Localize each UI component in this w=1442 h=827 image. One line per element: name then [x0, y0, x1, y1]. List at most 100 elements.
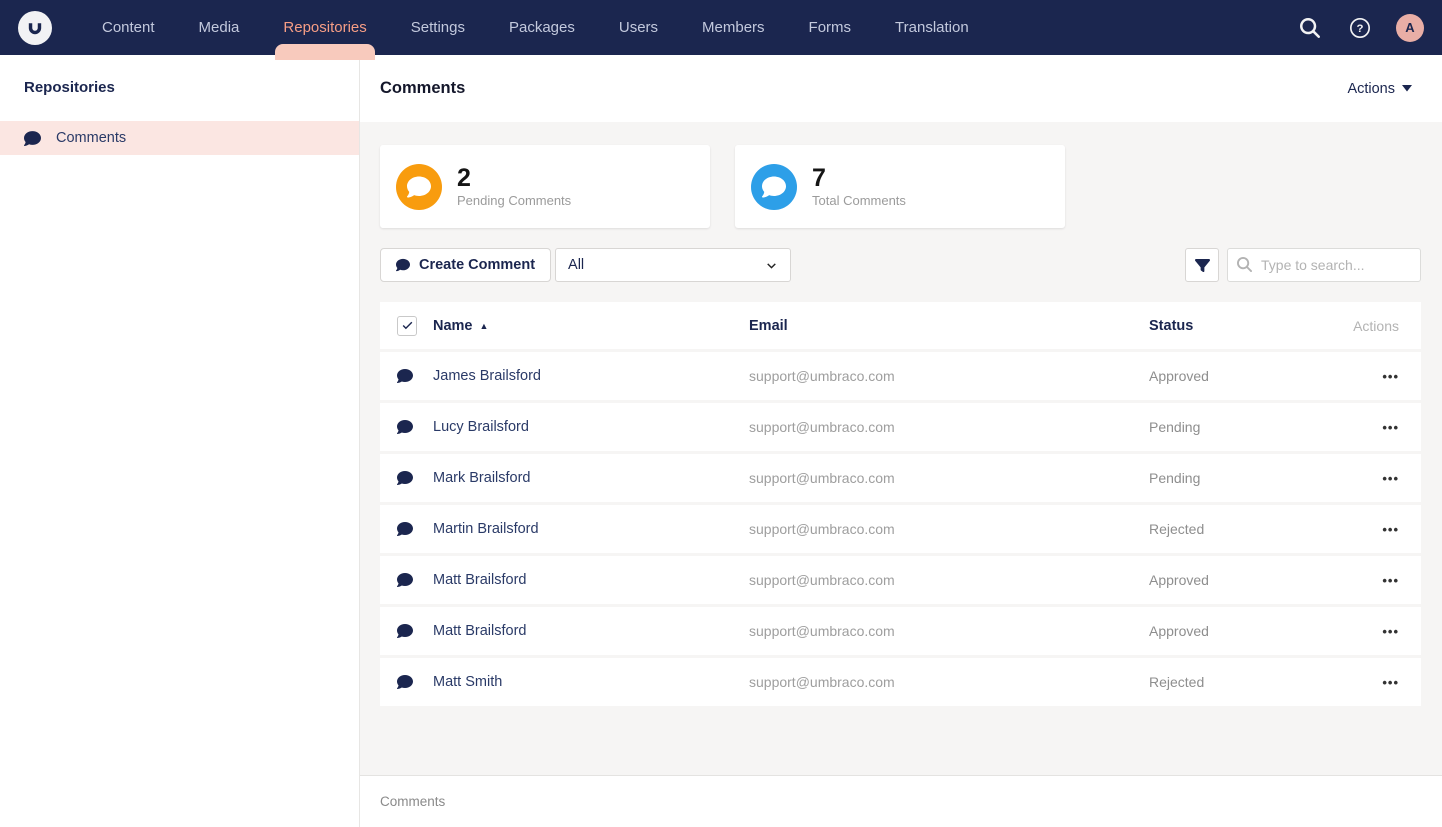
column-header-email[interactable]: Email: [749, 317, 1149, 335]
svg-text:?: ?: [1357, 23, 1364, 35]
pending-comments-text: 2 Pending Comments: [457, 165, 571, 208]
comment-name-link[interactable]: Matt Smith: [433, 674, 502, 690]
pending-comments-label: Pending Comments: [457, 193, 571, 208]
row-actions-button[interactable]: •••: [1339, 624, 1399, 639]
nav-item-settings[interactable]: Settings: [389, 0, 487, 55]
row-actions-button[interactable]: •••: [1339, 522, 1399, 537]
comment-bubble-icon: [24, 130, 41, 147]
filter-funnel-icon: [1195, 258, 1210, 273]
create-comment-label: Create Comment: [419, 257, 535, 273]
sort-ascending-icon: ▲: [480, 321, 489, 331]
search-icon: [1300, 18, 1320, 38]
main-footer: Comments: [360, 775, 1442, 827]
row-actions-button[interactable]: •••: [1339, 471, 1399, 486]
row-actions-button[interactable]: •••: [1339, 420, 1399, 435]
content-area: 2 Pending Comments 7 Total Comments: [360, 122, 1442, 775]
comment-status: Approved: [1149, 623, 1339, 639]
comment-name-link[interactable]: Martin Brailsford: [433, 521, 539, 537]
comment-email: support@umbraco.com: [749, 623, 1149, 639]
toolbar: Create Comment All: [380, 248, 1421, 282]
column-header-actions: Actions: [1339, 318, 1399, 334]
comment-bubble-icon: [762, 175, 786, 199]
table-row: Mark Brailsford support@umbraco.com Pend…: [380, 454, 1421, 502]
table-row: Martin Brailsford support@umbraco.com Re…: [380, 505, 1421, 553]
pending-comments-circle: [396, 164, 442, 210]
nav-items: Content Media Repositories Settings Pack…: [80, 0, 991, 55]
comment-email: support@umbraco.com: [749, 470, 1149, 486]
nav-item-repositories[interactable]: Repositories: [261, 0, 388, 55]
sidebar-item-label: Comments: [56, 130, 126, 146]
comment-email: support@umbraco.com: [749, 521, 1149, 537]
comment-email: support@umbraco.com: [749, 368, 1149, 384]
help-button[interactable]: ?: [1346, 14, 1374, 42]
comment-status: Rejected: [1149, 674, 1339, 690]
table-row: Matt Smith support@umbraco.com Rejected …: [380, 658, 1421, 706]
comment-bubble-icon: [397, 419, 413, 435]
page-title: Comments: [380, 79, 465, 98]
comment-name-link[interactable]: Matt Brailsford: [433, 623, 526, 639]
comment-name-link[interactable]: Mark Brailsford: [433, 470, 531, 486]
table-row: Lucy Brailsford support@umbraco.com Pend…: [380, 403, 1421, 451]
comment-bubble-icon: [397, 674, 413, 690]
search-input[interactable]: [1227, 248, 1421, 282]
comment-status: Approved: [1149, 368, 1339, 384]
nav-item-users[interactable]: Users: [597, 0, 680, 55]
row-actions-button[interactable]: •••: [1339, 675, 1399, 690]
nav-item-media[interactable]: Media: [177, 0, 262, 55]
table-row: Matt Brailsford support@umbraco.com Appr…: [380, 556, 1421, 604]
column-header-name[interactable]: Name ▲: [433, 318, 749, 334]
comment-status: Approved: [1149, 572, 1339, 588]
total-comments-label: Total Comments: [812, 193, 906, 208]
chevron-down-icon: [765, 259, 778, 272]
comment-name-link[interactable]: Lucy Brailsford: [433, 419, 529, 435]
table-row: James Brailsford support@umbraco.com App…: [380, 352, 1421, 400]
nav-item-members[interactable]: Members: [680, 0, 787, 55]
user-avatar[interactable]: A: [1396, 14, 1424, 42]
comment-name-link[interactable]: Matt Brailsford: [433, 572, 526, 588]
status-header-label: Status: [1149, 318, 1193, 334]
row-actions-button[interactable]: •••: [1339, 573, 1399, 588]
email-header-label: Email: [749, 318, 788, 334]
filter-button[interactable]: [1185, 248, 1219, 282]
help-icon: ?: [1349, 17, 1371, 39]
status-filter-value: All: [568, 257, 765, 273]
sidebar-section-title: Repositories: [0, 55, 359, 96]
global-search-button[interactable]: [1296, 14, 1324, 42]
total-comments-card: 7 Total Comments: [735, 145, 1065, 228]
sidebar: Repositories Comments: [0, 55, 360, 827]
nav-right-controls: ? A: [1296, 14, 1424, 42]
umbraco-logo[interactable]: [18, 11, 52, 45]
sidebar-item-comments[interactable]: Comments: [0, 121, 359, 155]
create-comment-button[interactable]: Create Comment: [380, 248, 551, 282]
checkmark-icon: [401, 319, 414, 332]
main-area: Comments Actions 2 Pending Comments: [360, 55, 1442, 827]
comment-name-link[interactable]: James Brailsford: [433, 368, 541, 384]
nav-item-packages[interactable]: Packages: [487, 0, 597, 55]
comment-status: Rejected: [1149, 521, 1339, 537]
table-row: Matt Brailsford support@umbraco.com Appr…: [380, 607, 1421, 655]
pending-comments-value: 2: [457, 165, 571, 191]
footer-label: Comments: [380, 794, 445, 809]
comment-status: Pending: [1149, 470, 1339, 486]
nav-item-forms[interactable]: Forms: [787, 0, 874, 55]
nav-item-translation[interactable]: Translation: [873, 0, 991, 55]
top-navigation-bar: Content Media Repositories Settings Pack…: [0, 0, 1442, 55]
comment-bubble-icon: [397, 470, 413, 486]
actions-dropdown-label: Actions: [1347, 81, 1395, 97]
total-comments-value: 7: [812, 165, 906, 191]
comment-bubble-icon: [397, 623, 413, 639]
column-header-status[interactable]: Status: [1149, 317, 1339, 335]
select-all-checkbox[interactable]: [397, 316, 417, 336]
status-filter-select[interactable]: All: [555, 248, 791, 282]
nav-item-content[interactable]: Content: [80, 0, 177, 55]
total-comments-circle: [751, 164, 797, 210]
comment-bubble-icon: [397, 368, 413, 384]
comments-table: Name ▲ Email Status Actions James Brails…: [380, 302, 1421, 706]
comment-bubble-icon: [407, 175, 431, 199]
stat-cards: 2 Pending Comments 7 Total Comments: [380, 145, 1421, 228]
actions-dropdown[interactable]: Actions: [1347, 81, 1412, 97]
row-actions-button[interactable]: •••: [1339, 369, 1399, 384]
main-header: Comments Actions: [360, 55, 1442, 122]
comment-email: support@umbraco.com: [749, 419, 1149, 435]
comment-email: support@umbraco.com: [749, 674, 1149, 690]
